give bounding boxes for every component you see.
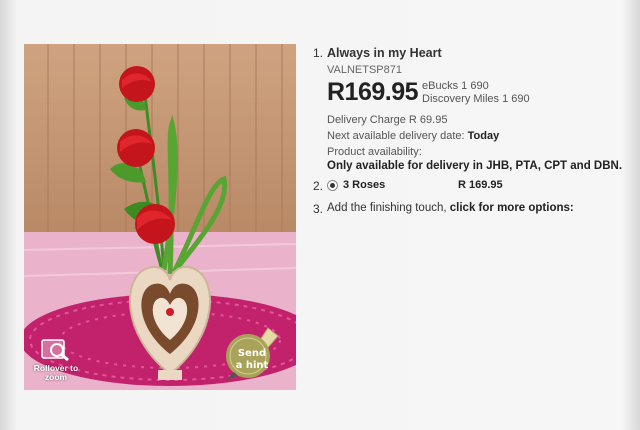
send-hint-line2: a hint — [235, 360, 269, 371]
option-radio-3-roses[interactable] — [327, 179, 338, 191]
zoom-hint-text: Rollover to zoom — [33, 363, 79, 382]
availability-label: Product availability: — [327, 146, 422, 158]
rollover-zoom-hint[interactable]: Rollover to zoom — [32, 338, 80, 382]
send-hint-line1: Send — [237, 348, 267, 359]
magnifier-icon — [41, 338, 71, 362]
availability-note: Only available for delivery in JHB, PTA,… — [327, 160, 623, 172]
option-label[interactable]: 3 Roses — [343, 179, 458, 191]
step-number: 2. — [313, 179, 324, 193]
product-image[interactable]: Rollover to zoom Send a hint — [24, 44, 296, 390]
finishing-touch-text: Add the finishing touch, — [327, 202, 447, 214]
step-number: 1. — [313, 46, 324, 60]
next-delivery-value: Today — [467, 130, 500, 142]
step-product-info: 1. Always in my Heart VALNETSP871 R169.9… — [313, 46, 623, 173]
ebucks-value: eBucks 1 690 — [422, 80, 489, 92]
product-sku: VALNETSP871 — [327, 64, 403, 76]
product-title: Always in my Heart — [327, 46, 442, 60]
send-hint-button[interactable]: Send a hint — [224, 326, 280, 382]
rewards-info: eBucks 1 690 Discovery Miles 1 690 — [422, 80, 530, 106]
next-delivery-date: Next available delivery date: Today — [327, 130, 623, 142]
product-details: 1. Always in my Heart VALNETSP871 R169.9… — [313, 46, 623, 216]
price-row: R169.95 eBucks 1 690 Discovery Miles 1 6… — [327, 78, 623, 106]
discovery-miles-value: Discovery Miles 1 690 — [422, 93, 530, 105]
more-options-link[interactable]: click for more options: — [450, 202, 574, 214]
next-delivery-label: Next available delivery date: — [327, 130, 465, 142]
step-option-select: 2. 3 Roses R 169.95 — [313, 179, 623, 193]
product-price: R169.95 — [327, 78, 419, 106]
step-finishing-touch: 3. Add the finishing touch, click for mo… — [313, 202, 623, 216]
step-number: 3. — [313, 202, 324, 216]
option-price: R 169.95 — [458, 179, 503, 191]
delivery-charge: Delivery Charge R 69.95 — [327, 114, 448, 126]
